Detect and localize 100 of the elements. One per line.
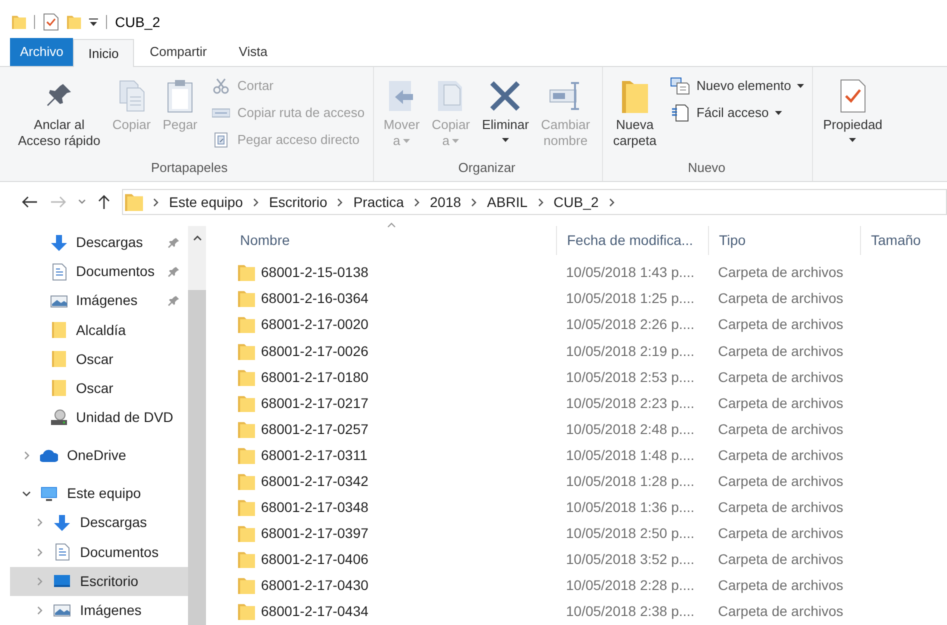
nav-item[interactable]: Documentos <box>76 261 160 282</box>
ribbon-tab[interactable]: Compartir <box>134 38 223 66</box>
nav-item[interactable]: Documentos <box>80 542 159 563</box>
chevron-right-icon[interactable] <box>35 548 44 557</box>
ribbon-button[interactable]: Nuevo elemento <box>670 75 804 97</box>
caret-icon <box>502 138 509 142</box>
breadcrumb-item[interactable]: Practica <box>353 192 404 212</box>
chevron-icon[interactable] <box>414 198 420 206</box>
properties-icon <box>840 79 866 113</box>
nav-item[interactable]: Imágenes <box>80 600 142 621</box>
nav-item[interactable]: Oscar <box>76 348 180 370</box>
ribbon-button[interactable]: Anclar al Acceso rápido <box>14 75 104 149</box>
column-header[interactable]: Tipo <box>708 226 860 255</box>
file-name[interactable]: 68001-2-17-0434 <box>261 601 368 622</box>
nav-item[interactable]: OneDrive <box>67 445 126 466</box>
document-icon <box>50 262 68 281</box>
folder-icon <box>50 350 68 368</box>
nav-item[interactable]: Descargas <box>80 512 147 534</box>
table-cell-text: 10/05/2018 2:19 p.... <box>565 342 696 361</box>
file-name[interactable]: 68001-2-17-0257 <box>261 418 368 440</box>
chevron-right-icon[interactable] <box>35 606 44 615</box>
folder-icon <box>238 524 255 544</box>
dropdown-icon[interactable] <box>89 18 98 26</box>
chevron-icon[interactable] <box>608 198 615 206</box>
ribbon-button[interactable]: Propiedad <box>819 75 886 147</box>
ribbon-tab[interactable]: Inicio <box>73 39 134 67</box>
download-icon <box>50 234 68 252</box>
folder-icon <box>238 576 255 596</box>
table-cell-text: 10/05/2018 2:23 p.... <box>565 394 696 413</box>
nav-item[interactable]: Este equipo <box>67 483 141 504</box>
computer-icon <box>40 484 58 503</box>
table-cell-text: Carpeta de archivos <box>717 576 844 596</box>
path-icon <box>212 107 230 119</box>
delete-icon <box>489 80 522 112</box>
breadcrumb-item[interactable]: Este equipo <box>169 192 243 212</box>
table-cell-text: 10/05/2018 3:52 p.... <box>565 550 696 570</box>
chevron-down-icon[interactable] <box>22 489 31 498</box>
table-cell-text: Carpeta de archivos <box>717 289 844 308</box>
ribbon-button[interactable]: Nueva carpeta <box>609 75 660 149</box>
column-header[interactable]: Nombre <box>234 226 556 255</box>
file-name[interactable]: 68001-2-17-0217 <box>261 392 368 414</box>
table-cell-text: 10/05/2018 2:26 p.... <box>565 315 696 334</box>
chevron-icon[interactable] <box>153 198 159 206</box>
nav-item[interactable]: Alcaldía <box>76 320 180 341</box>
copy-icon <box>118 79 146 113</box>
folder-icon <box>238 420 255 439</box>
nav-item[interactable]: Unidad de DVD <box>76 407 180 428</box>
table-cell-text: 10/05/2018 1:28 p.... <box>565 472 696 491</box>
column-header[interactable]: Fecha de modifica... <box>556 226 708 255</box>
folder-icon <box>622 79 648 113</box>
up-icon[interactable] <box>98 194 110 210</box>
file-name[interactable]: 68001-2-17-0406 <box>261 549 368 570</box>
file-name[interactable]: 68001-2-17-0342 <box>261 470 368 492</box>
nav-item[interactable]: Oscar <box>76 378 180 399</box>
breadcrumb-item[interactable]: 2018 <box>430 192 462 212</box>
chevron-icon[interactable] <box>538 198 544 206</box>
chevron-right-icon[interactable] <box>35 518 44 528</box>
file-name[interactable]: 68001-2-17-0026 <box>261 340 368 362</box>
scroll-up-icon[interactable] <box>192 235 202 241</box>
table-cell-text: Carpeta de archivos <box>717 315 844 334</box>
table-cell-text: 10/05/2018 1:25 p.... <box>565 289 696 308</box>
table-cell-text: 10/05/2018 2:48 p.... <box>565 420 696 439</box>
folder-icon <box>238 498 255 518</box>
ribbon-button[interactable]: Fácil acceso <box>670 102 804 124</box>
chevron-icon[interactable] <box>252 198 259 206</box>
table-cell-text: 10/05/2018 2:28 p.... <box>565 576 696 596</box>
table-cell-text: Carpeta de archivos <box>717 498 844 518</box>
scrollbar-thumb[interactable] <box>188 290 206 625</box>
folder-icon <box>238 472 255 491</box>
folder-icon <box>12 13 26 31</box>
breadcrumb-item[interactable]: ABRIL <box>487 192 528 212</box>
file-name[interactable]: 68001-2-15-0138 <box>261 262 368 284</box>
file-name[interactable]: 68001-2-16-0364 <box>261 288 368 310</box>
nav-item[interactable]: Descargas <box>76 232 160 254</box>
file-name[interactable]: 68001-2-17-0311 <box>261 444 368 466</box>
file-name[interactable]: 68001-2-17-0397 <box>261 523 368 544</box>
ribbon-tab[interactable]: Archivo <box>10 38 74 66</box>
chevron-right-icon[interactable] <box>22 451 31 460</box>
chevron-icon[interactable] <box>471 198 478 206</box>
caret-icon <box>403 139 410 143</box>
back-icon[interactable] <box>22 196 38 208</box>
scrollbar[interactable] <box>188 226 206 625</box>
table-cell-text: Carpeta de archivos <box>717 550 844 570</box>
file-name[interactable]: 68001-2-17-0430 <box>261 575 368 596</box>
breadcrumb-item[interactable]: CUB_2 <box>554 192 599 212</box>
chevron-icon[interactable] <box>337 198 344 206</box>
table-cell-text: Carpeta de archivos <box>717 602 844 622</box>
properties-icon[interactable] <box>43 13 59 31</box>
ribbon-tab[interactable]: Vista <box>222 38 284 66</box>
address-field[interactable]: Este equipo Escritorio Practica 2018 ABRIL CUB_2 <box>122 189 947 215</box>
table-cell-text: Carpeta de archivos <box>717 263 844 282</box>
file-name[interactable]: 68001-2-17-0180 <box>261 366 368 388</box>
nav-item[interactable]: Imágenes <box>76 290 160 312</box>
breadcrumb-item[interactable]: Escritorio <box>268 192 328 212</box>
column-header[interactable]: Tamaño <box>860 226 940 255</box>
file-name[interactable]: 68001-2-17-0020 <box>261 314 368 336</box>
ribbon-button[interactable]: Eliminar <box>478 75 533 147</box>
nav-item[interactable]: Escritorio <box>80 570 138 592</box>
file-name[interactable]: 68001-2-17-0348 <box>261 497 368 518</box>
table-cell-text: Carpeta de archivos <box>717 524 844 544</box>
